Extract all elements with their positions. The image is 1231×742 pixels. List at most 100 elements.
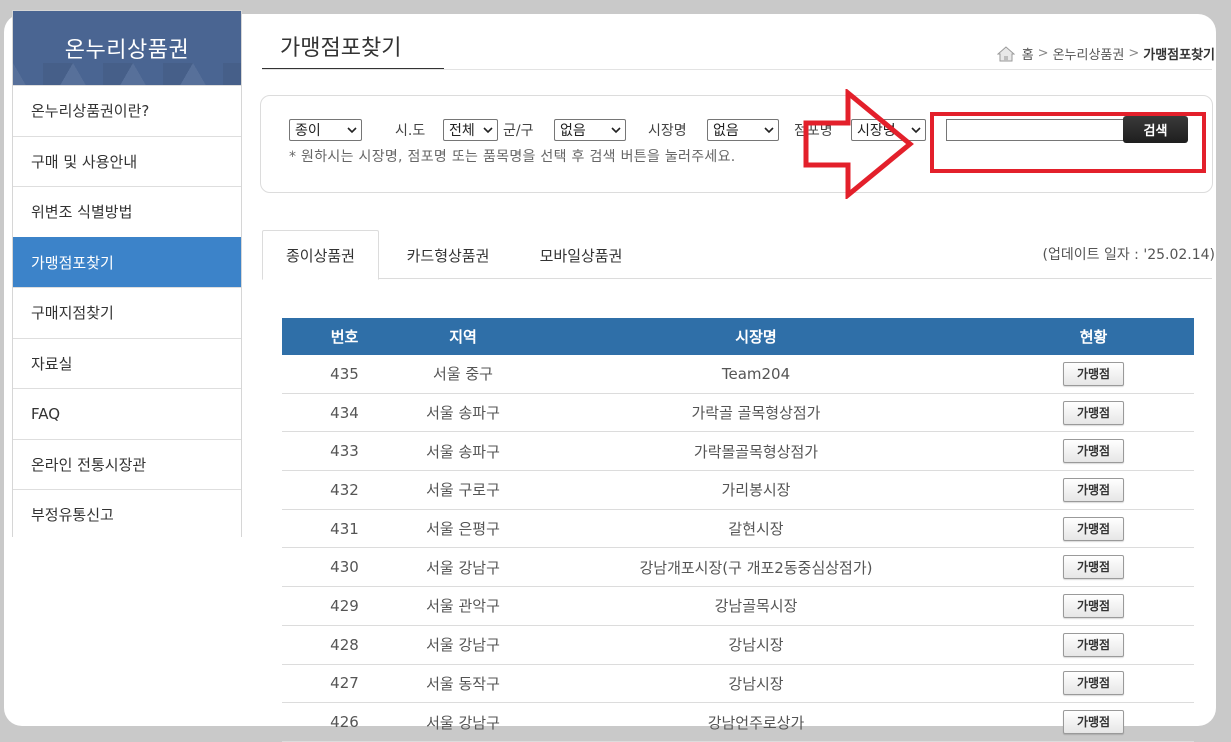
row-market: 가리봉시장 — [721, 481, 791, 500]
breadcrumb-current: 가맹점포찾기 — [1143, 48, 1215, 63]
chevron-down-icon — [764, 127, 774, 134]
table-row: 433 서울 송파구 가락몰골목형상점가 가맹점 — [282, 432, 1194, 472]
search-hint: * 원하시는 시장명, 점포명 또는 품목명을 선택 후 검색 버튼을 눌러주세… — [289, 149, 736, 165]
sidebar-item-store-search[interactable]: 가맹점포찾기 — [13, 236, 241, 287]
row-number: 433 — [330, 442, 359, 461]
sido-value: 전체 — [449, 123, 475, 139]
row-region: 서울 강남구 — [426, 713, 500, 732]
store-status-button[interactable]: 가맹점 — [1063, 477, 1124, 502]
row-market: 강남개포시장(구 개포2동중심상점가) — [639, 558, 873, 577]
row-region: 서울 중구 — [433, 365, 493, 384]
tab-card-voucher[interactable]: 카드형상품권 — [387, 230, 509, 280]
row-market: 가락몰골목형상점가 — [693, 442, 819, 461]
breadcrumb-separator: > — [1128, 46, 1140, 61]
row-market: 강남골목시장 — [714, 597, 798, 616]
row-status: 가맹점 — [993, 593, 1194, 618]
table-header: 번호 지역 시장명 현황 — [282, 318, 1194, 355]
row-region: 서울 관악구 — [426, 597, 500, 616]
store-status-button[interactable]: 가맹점 — [1063, 516, 1124, 541]
row-number: 434 — [330, 403, 359, 422]
table-row: 427 서울 동작구 강남시장 가맹점 — [282, 665, 1194, 704]
sidebar-item-report[interactable]: 부정유통신고 — [13, 489, 241, 540]
row-status: 가맹점 — [993, 516, 1194, 541]
row-number: 428 — [330, 635, 359, 654]
row-region: 서울 송파구 — [426, 404, 500, 423]
row-region: 서울 강남구 — [426, 558, 500, 577]
row-region: 서울 동작구 — [426, 674, 500, 693]
store-status-button[interactable]: 가맹점 — [1063, 710, 1124, 735]
sidebar-item-online-market[interactable]: 온라인 전통시장관 — [13, 438, 241, 489]
sidebar-item-purchase-guide[interactable]: 구매 및 사용안내 — [13, 135, 241, 186]
store-status-button[interactable]: 가맹점 — [1063, 555, 1124, 580]
tab-mobile-voucher[interactable]: 모바일상품권 — [520, 230, 642, 280]
table-row: 426 서울 강남구 강남언주로상가 가맹점 — [282, 703, 1194, 742]
store-status-button[interactable]: 가맹점 — [1063, 593, 1124, 618]
store-status-button[interactable]: 가맹점 — [1063, 361, 1124, 386]
row-market: 가락골 골목형상점가 — [691, 404, 821, 423]
chevron-down-icon — [347, 127, 357, 134]
header-status: 현황 — [1079, 328, 1108, 346]
sidebar-item-about[interactable]: 온누리상품권이란? — [13, 85, 241, 136]
sidebar-item-branch-search[interactable]: 구매지점찾기 — [13, 287, 241, 338]
header-market: 시장명 — [735, 328, 777, 346]
gungu-value: 없음 — [560, 123, 586, 139]
update-date: (업데이트 일자 : '25.02.14) — [1042, 247, 1215, 263]
row-number: 430 — [330, 558, 359, 577]
row-number: 432 — [330, 480, 359, 499]
home-icon[interactable] — [996, 45, 1015, 62]
sidebar-item-faq[interactable]: FAQ — [13, 388, 241, 439]
annotation-highlight-box — [930, 112, 1206, 173]
row-market: 갈현시장 — [728, 520, 784, 539]
table-row: 429 서울 관악구 강남골목시장 가맹점 — [282, 587, 1194, 626]
voucher-type-select[interactable]: 종이 — [289, 119, 362, 141]
table-row: 431 서울 은평구 갈현시장 가맹점 — [282, 510, 1194, 549]
sidebar-title: 온누리상품권 — [64, 38, 190, 63]
table-row: 428 서울 강남구 강남시장 가맹점 — [282, 626, 1194, 665]
row-region: 서울 송파구 — [426, 442, 500, 461]
title-divider — [262, 69, 1212, 70]
chevron-down-icon — [611, 127, 621, 134]
row-status: 가맹점 — [993, 400, 1194, 425]
store-status-button[interactable]: 가맹점 — [1063, 439, 1124, 464]
row-number: 435 — [330, 364, 359, 383]
chevron-down-icon — [483, 127, 493, 134]
row-status: 가맹점 — [993, 671, 1194, 696]
row-region: 서울 은평구 — [426, 520, 500, 539]
breadcrumb: 홈 > 온누리상품권 > 가맹점포찾기 — [996, 44, 1215, 63]
breadcrumb-home[interactable]: 홈 — [1022, 44, 1034, 63]
row-number: 431 — [330, 519, 359, 538]
row-status: 가맹점 — [993, 477, 1194, 502]
store-table: 번호 지역 시장명 현황 435 서울 중구 Team204 가맹점 434 서울 송파구… — [282, 318, 1194, 742]
table-row: 435 서울 중구 Team204 가맹점 — [282, 355, 1194, 394]
store-status-button[interactable]: 가맹점 — [1063, 632, 1124, 657]
market-select[interactable]: 없음 — [707, 119, 779, 141]
table-row: 432 서울 구로구 가리봉시장 가맹점 — [282, 471, 1194, 510]
header-region: 지역 — [449, 328, 477, 346]
sido-select[interactable]: 전체 — [443, 119, 498, 141]
voucher-type-value: 종이 — [295, 123, 321, 139]
sidebar-item-library[interactable]: 자료실 — [13, 337, 241, 388]
row-status: 가맹점 — [993, 632, 1194, 657]
table-body: 435 서울 중구 Team204 가맹점 434 서울 송파구 가락골 골목형상점가 가맹점… — [282, 355, 1194, 742]
row-status: 가맹점 — [993, 361, 1194, 386]
breadcrumb-section[interactable]: 온누리상품권 — [1053, 44, 1125, 63]
table-row: 430 서울 강남구 강남개포시장(구 개포2동중심상점가) 가맹점 — [282, 548, 1194, 588]
row-status: 가맹점 — [993, 710, 1194, 735]
store-status-button[interactable]: 가맹점 — [1063, 400, 1124, 425]
row-number: 429 — [330, 596, 359, 615]
sido-label: 시.도 — [395, 123, 426, 139]
store-status-button[interactable]: 가맹점 — [1063, 671, 1124, 696]
gungu-select[interactable]: 없음 — [554, 119, 626, 141]
sidebar-item-counterfeit[interactable]: 위변조 식별방법 — [13, 186, 241, 237]
tab-paper-voucher[interactable]: 종이상품권 — [262, 230, 379, 280]
row-number: 427 — [330, 674, 359, 693]
table-row: 434 서울 송파구 가락골 골목형상점가 가맹점 — [282, 394, 1194, 433]
row-market: 강남시장 — [728, 636, 784, 655]
row-region: 서울 강남구 — [426, 636, 500, 655]
gungu-label: 군/구 — [503, 123, 534, 139]
page-title-wrap: 가맹점포찾기 — [262, 30, 444, 70]
sidebar: 온누리상품권 온누리상품권이란? 구매 및 사용안내 위변조 식별방법 가맹점포… — [12, 10, 242, 540]
row-status: 가맹점 — [993, 439, 1194, 464]
page-title: 가맹점포찾기 — [280, 36, 402, 61]
row-market: 강남언주로상가 — [707, 713, 805, 732]
